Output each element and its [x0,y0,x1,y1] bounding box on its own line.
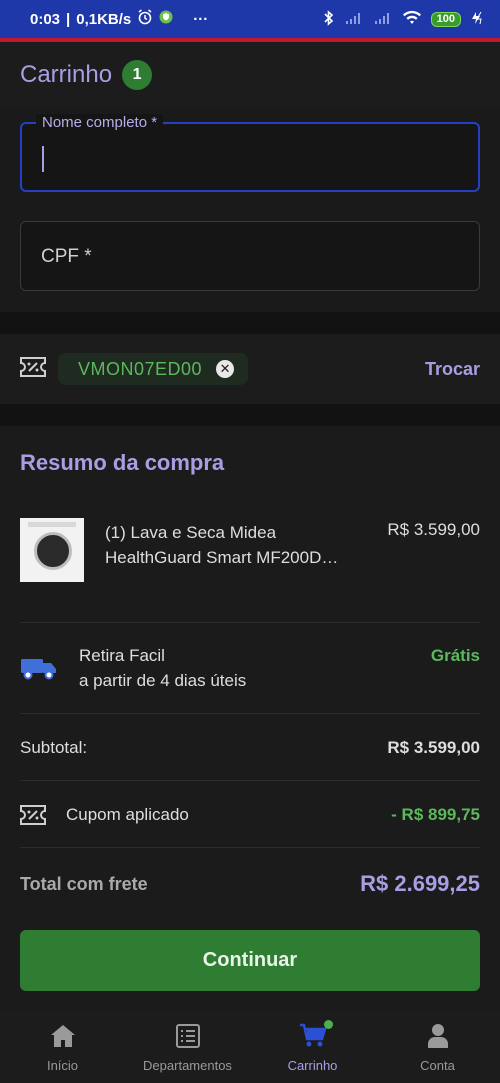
nav-item-inicio[interactable]: Início [0,1012,125,1083]
cart-icon [299,1020,333,1050]
close-circle-icon[interactable]: ✕ [216,360,235,378]
status-separator: | [66,10,71,28]
signal-icon-2 [373,11,393,28]
coupon-bar: VMON07ED00 ✕ Trocar [0,334,500,404]
product-row[interactable]: (1) Lava e Seca Midea HealthGuard Smart … [20,518,480,598]
signal-icon-1 [344,11,364,28]
change-coupon-button[interactable]: Trocar [425,359,480,380]
truck-icon [20,656,58,685]
subtotal-label: Subtotal: [20,738,88,757]
nav-item-departamentos[interactable]: Departamentos [125,1012,250,1083]
nav-label-departamentos: Departamentos [143,1058,232,1073]
cart-indicator-dot [323,1020,333,1029]
home-icon [50,1022,76,1050]
total-row: Total com frete R$ 2.699,25 [20,869,480,899]
more-notifications-icon: ··· [193,10,209,28]
shipping-eta: a partir de 4 dias úteis [79,671,247,690]
charging-icon [470,11,484,28]
coupon-discount-icon [20,805,46,825]
shipping-method: Retira Facil [79,646,165,665]
user-icon [427,1022,449,1050]
shield-icon [159,10,173,28]
nav-label-conta: Conta [420,1058,455,1073]
coupon-ticket-icon [20,356,46,382]
divider [20,847,480,848]
washer-drum [34,532,72,570]
battery-indicator: 100 [430,11,461,27]
coupon-code: VMON07ED00 [78,358,203,379]
status-time: 0:03 [30,10,61,28]
divider [20,780,480,781]
coupon-discount-value: - R$ 899,75 [391,805,480,824]
nav-label-carrinho: Carrinho [287,1058,338,1073]
product-image [20,518,84,582]
cart-count-badge: 1 [122,60,153,90]
subtotal-value: R$ 3.599,00 [387,738,480,757]
cart-header: Carrinho 1 [0,42,500,108]
divider [20,622,480,623]
total-value: R$ 2.699,25 [360,871,480,896]
cpf-placeholder: CPF * [41,246,92,267]
nav-item-carrinho[interactable]: Carrinho [250,1012,375,1083]
customer-form: Nome completo * CPF * [0,108,500,312]
continue-button[interactable]: Continuar [20,930,480,991]
full-name-field[interactable]: Nome completo * [20,114,480,192]
cpf-field[interactable]: CPF * [20,221,480,291]
alarm-icon [137,9,153,29]
bluetooth-icon [323,9,335,29]
status-bar: 0:03 | 0,1KB/s ··· 100 [0,0,500,38]
product-name: (1) Lava e Seca Midea HealthGuard Smart … [105,523,339,567]
summary-title: Resumo da compra [20,450,225,475]
subtotal-row: Subtotal: R$ 3.599,00 [20,733,480,763]
coupon-discount-label: Cupom aplicado [66,805,189,824]
text-cursor [42,146,44,172]
coupon-chip: VMON07ED00 ✕ [58,353,249,385]
purchase-summary: Resumo da compra (1) Lava e Seca Midea H… [0,426,500,1012]
product-price: R$ 3.599,00 [387,520,480,539]
bottom-navigation: Início Departamentos Carrinho Conta [0,1012,500,1083]
shipping-price: Grátis [430,646,480,665]
full-name-label: Nome completo * [36,114,164,131]
divider [20,713,480,714]
nav-label-inicio: Início [46,1058,79,1073]
nav-item-conta[interactable]: Conta [375,1012,500,1083]
status-net-speed: 0,1KB/s [76,10,132,28]
list-icon [175,1022,200,1050]
total-label: Total com frete [20,873,148,894]
shipping-row: Retira Facil a partir de 4 dias úteis Gr… [20,644,480,704]
washer-panel [28,522,76,527]
wifi-icon [402,10,422,29]
page-title: Carrinho [20,61,113,88]
coupon-discount-row: Cupom aplicado - R$ 899,75 [20,800,480,830]
